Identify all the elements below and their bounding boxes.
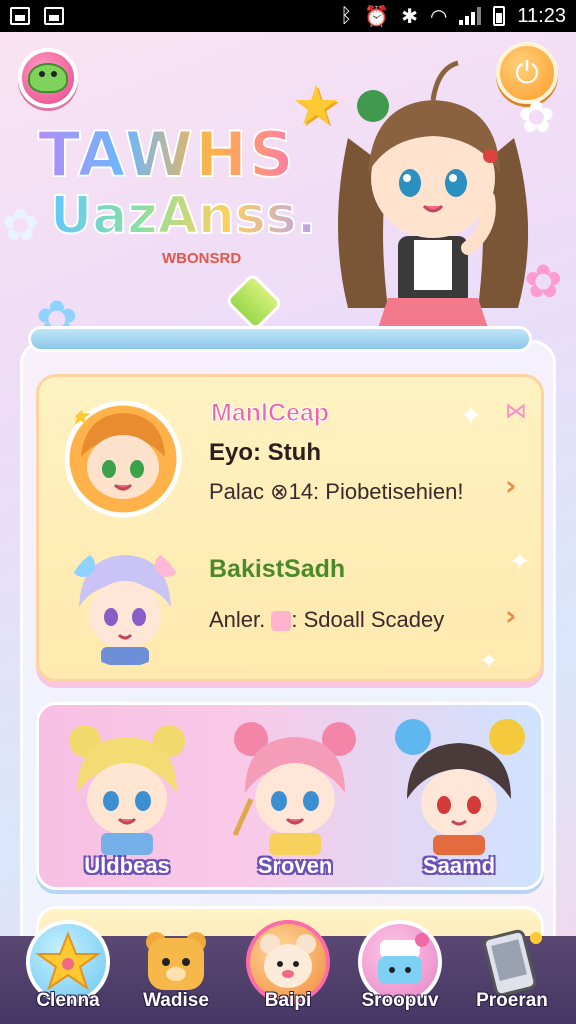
character-name: Sroven — [257, 853, 333, 878]
clock: 11:23 — [517, 4, 566, 27]
wifi-icon: ◠ — [429, 5, 448, 28]
chevron-right-icon: › — [505, 599, 517, 632]
mascot-girl-illustration — [338, 60, 529, 346]
character-select-card: Uldbeas Sroven Saamd — [36, 702, 544, 890]
bear-icon — [146, 932, 206, 990]
heart-icon — [224, 272, 284, 332]
character-portrait — [69, 725, 185, 855]
character-name: Uldbeas — [84, 853, 170, 878]
nav-item-clenna[interactable]: Clenna — [18, 920, 118, 1024]
svg-text:★: ★ — [69, 402, 92, 432]
nav-label: Wadise — [143, 990, 209, 1011]
phone-icon — [483, 929, 542, 997]
alarm-icon: ⏰ — [364, 5, 390, 28]
nav-item-wadise[interactable]: Wadise — [126, 920, 226, 1024]
shop-icon — [378, 933, 429, 984]
nav-label: Clenna — [36, 990, 100, 1011]
character-portrait — [232, 722, 356, 855]
sparkle-icon: ✦ — [459, 399, 483, 432]
row-detail-lead: Anler. — [209, 607, 272, 632]
pencil-icon — [271, 611, 292, 632]
sparkle-icon: ✦ — [509, 547, 531, 577]
flower-decoration-icon: ✿ — [2, 200, 39, 251]
bow-icon: ⋈ — [505, 399, 527, 424]
character-card[interactable]: Saamd — [379, 711, 539, 887]
chevron-right-icon: › — [505, 469, 517, 502]
app-subtitle: WBONSRD — [162, 250, 242, 267]
row-subtitle: Eyo: Stuh — [209, 439, 321, 466]
gallery-notification-icon — [10, 7, 30, 25]
list-item[interactable]: ★ ManlCeap Eyo: Stuh Palac ⊗14: Piobetis… — [39, 377, 541, 527]
character-portrait — [395, 719, 525, 855]
avatar: ★ — [64, 400, 182, 518]
image-notification-icon — [44, 7, 64, 25]
panel-header-bar — [28, 326, 532, 352]
featured-card: ★ ManlCeap Eyo: Stuh Palac ⊗14: Piobetis… — [36, 374, 544, 682]
character-name: Saamd — [422, 853, 496, 878]
battery-icon — [493, 6, 506, 26]
bluetooth-icon: ᛒ — [340, 4, 353, 27]
profile-badge-button[interactable] — [18, 48, 78, 108]
vibrate-icon: ✱ — [401, 5, 418, 28]
status-bar: ᛒ ⏰ ✱ ◠ 11:23 — [0, 0, 576, 32]
list-item[interactable]: BakistSadh Anler. : Sdoall Scadey › ✦ ✦ — [39, 537, 541, 677]
row-title: ManlCeap — [210, 399, 330, 428]
nav-item-baipi[interactable]: Baipi — [238, 920, 338, 1024]
row-detail: Anler. : Sdoall Scadey — [209, 607, 444, 633]
frog-icon — [28, 63, 68, 93]
row-detail-tail: : Sdoall Scadey — [291, 607, 445, 632]
character-card[interactable]: Uldbeas — [47, 711, 207, 887]
sparkle-icon: ✦ — [479, 647, 500, 675]
nav-item-proeran[interactable]: Proeran — [462, 920, 562, 1024]
nav-label: Proeran — [476, 990, 548, 1011]
bunny-icon — [260, 934, 316, 988]
nav-item-sroopuv[interactable]: Sroopuv — [350, 920, 450, 1024]
row-detail: Palac ⊗14: Piobetisehien! — [209, 479, 464, 504]
avatar — [71, 553, 179, 665]
star-icon — [34, 931, 102, 991]
nav-label: Sroopuv — [361, 990, 439, 1011]
signal-icon — [459, 7, 482, 25]
app-title-line2: UazAnss. — [49, 185, 317, 247]
row-title: BakistSadh — [209, 555, 346, 583]
app-title-line1: TAWHS — [37, 117, 296, 192]
nav-label: Baipi — [264, 990, 312, 1011]
character-card[interactable]: Sroven — [215, 711, 375, 887]
